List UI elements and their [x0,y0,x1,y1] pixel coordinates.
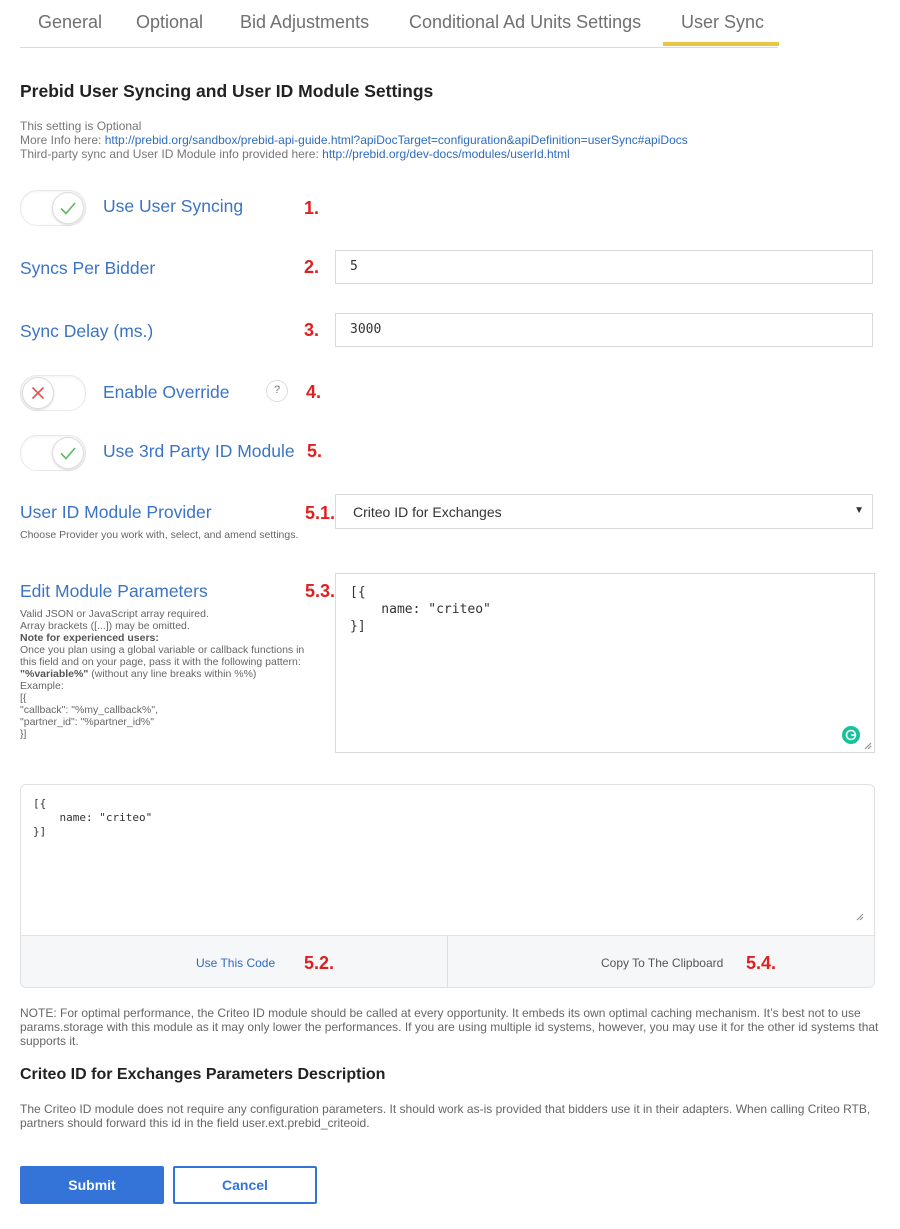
settings-tabs: General Optional Bid Adjustments Conditi… [20,0,778,48]
toggle-knob [52,192,84,224]
x-icon [31,386,45,400]
step-marker: 5.3. [305,581,336,601]
help-line: }] [20,728,27,740]
help-line: this field and on your page, pass it wit… [20,656,301,668]
step-marker: 1. [304,198,320,218]
submit-button[interactable]: Submit [20,1166,164,1204]
module-params-value: [{ name: "criteo" }] [350,585,491,634]
check-icon [60,202,76,215]
optional-note: This setting is Optional [20,119,142,133]
help-line: [{ [20,692,27,704]
api-guide-link[interactable]: http://prebid.org/sandbox/prebid-api-gui… [105,133,688,147]
tab-optional[interactable]: Optional [136,12,203,33]
criteo-note: NOTE: For optimal performance, the Crite… [20,1006,879,1048]
step-marker: 5.1. [305,503,336,523]
parameters-description-title: Criteo ID for Exchanges Parameters Descr… [20,1066,386,1083]
tab-bid-adjustments[interactable]: Bid Adjustments [240,12,369,33]
module-params-help: Valid JSON or JavaScript array required.… [20,608,304,740]
step-marker: 5. [307,441,323,461]
generated-code[interactable]: [{ name: "criteo" }] [33,797,152,839]
active-tab-indicator [663,42,779,46]
help-line: Valid JSON or JavaScript array required. [20,608,209,620]
step-marker: 3. [304,320,320,340]
toggle-knob [52,437,84,469]
grammarly-icon[interactable] [842,726,860,744]
sync-delay-input[interactable]: 3000 [335,313,873,347]
provider-select[interactable]: Criteo ID for Exchanges ▼ [335,494,873,529]
step-marker: 5.4. [746,953,777,973]
sync-delay-label: Sync Delay (ms.) [20,321,154,341]
copy-to-clipboard-button[interactable]: Copy To The Clipboard [601,956,723,970]
third-party-info-line: Third-party sync and User ID Module info… [20,147,570,161]
help-line: "partner_id": "%partner_id%" [20,716,154,728]
use-this-code-button[interactable]: Use This Code [196,956,275,970]
module-params-textarea[interactable]: [{ name: "criteo" }] [335,573,875,753]
resize-handle-icon[interactable] [864,742,872,750]
chevron-down-icon: ▼ [854,505,864,516]
generated-code-panel: [{ name: "criteo" }] Use This Code 5.2. … [20,784,875,988]
tab-user-sync[interactable]: User Sync [681,12,764,33]
use-3rd-party-id-toggle[interactable] [20,435,86,471]
provider-help-text: Choose Provider you work with, select, a… [20,529,299,541]
help-icon[interactable]: ? [266,380,288,402]
use-user-syncing-label: Use User Syncing [103,196,244,216]
help-line: "callback": "%my_callback%", [20,704,159,716]
tab-conditional-ad-units-settings[interactable]: Conditional Ad Units Settings [409,12,641,33]
parameters-description-text: The Criteo ID module does not require an… [20,1102,871,1130]
tab-general[interactable]: General [38,12,102,33]
page-title: Prebid User Syncing and User ID Module S… [20,81,434,101]
enable-override-toggle[interactable] [20,375,86,411]
syncs-per-bidder-label: Syncs Per Bidder [20,258,156,278]
help-line: Note for experienced users: [20,632,159,644]
third-party-prefix: Third-party sync and User ID Module info… [20,147,319,161]
help-line: Once you plan using a global variable or… [20,644,305,656]
divider [447,936,448,987]
syncs-per-bidder-input[interactable]: 5 [335,250,873,284]
pattern-note: (without any line breaks within %%) [88,668,257,680]
step-marker: 5.2. [304,953,335,973]
check-icon [60,447,76,460]
provider-selected-value: Criteo ID for Exchanges [353,504,502,520]
pattern-token: "%variable%" [20,668,89,680]
user-id-module-provider-label: User ID Module Provider [20,502,212,522]
enable-override-label: Enable Override [103,382,230,402]
step-marker: 2. [304,257,320,277]
use-user-syncing-toggle[interactable] [20,190,86,226]
use-3rd-party-id-label: Use 3rd Party ID Module [103,441,295,461]
more-info-line: More Info here: http://prebid.org/sandbo… [20,133,688,147]
resize-handle-icon[interactable] [856,913,864,921]
step-marker: 4. [306,382,322,402]
cancel-button[interactable]: Cancel [173,1166,317,1204]
help-line-pattern: "%variable%" (without any line breaks wi… [20,668,304,680]
code-panel-actions: Use This Code 5.2. Copy To The Clipboard… [21,935,874,987]
edit-module-parameters-label: Edit Module Parameters [20,581,208,601]
help-line: Array brackets ([...]) may be omitted. [20,620,190,632]
more-info-prefix: More Info here: [20,133,102,147]
help-line: Example: [20,680,64,692]
toggle-knob [22,377,54,409]
user-id-docs-link[interactable]: http://prebid.org/dev-docs/modules/userI… [322,147,569,161]
